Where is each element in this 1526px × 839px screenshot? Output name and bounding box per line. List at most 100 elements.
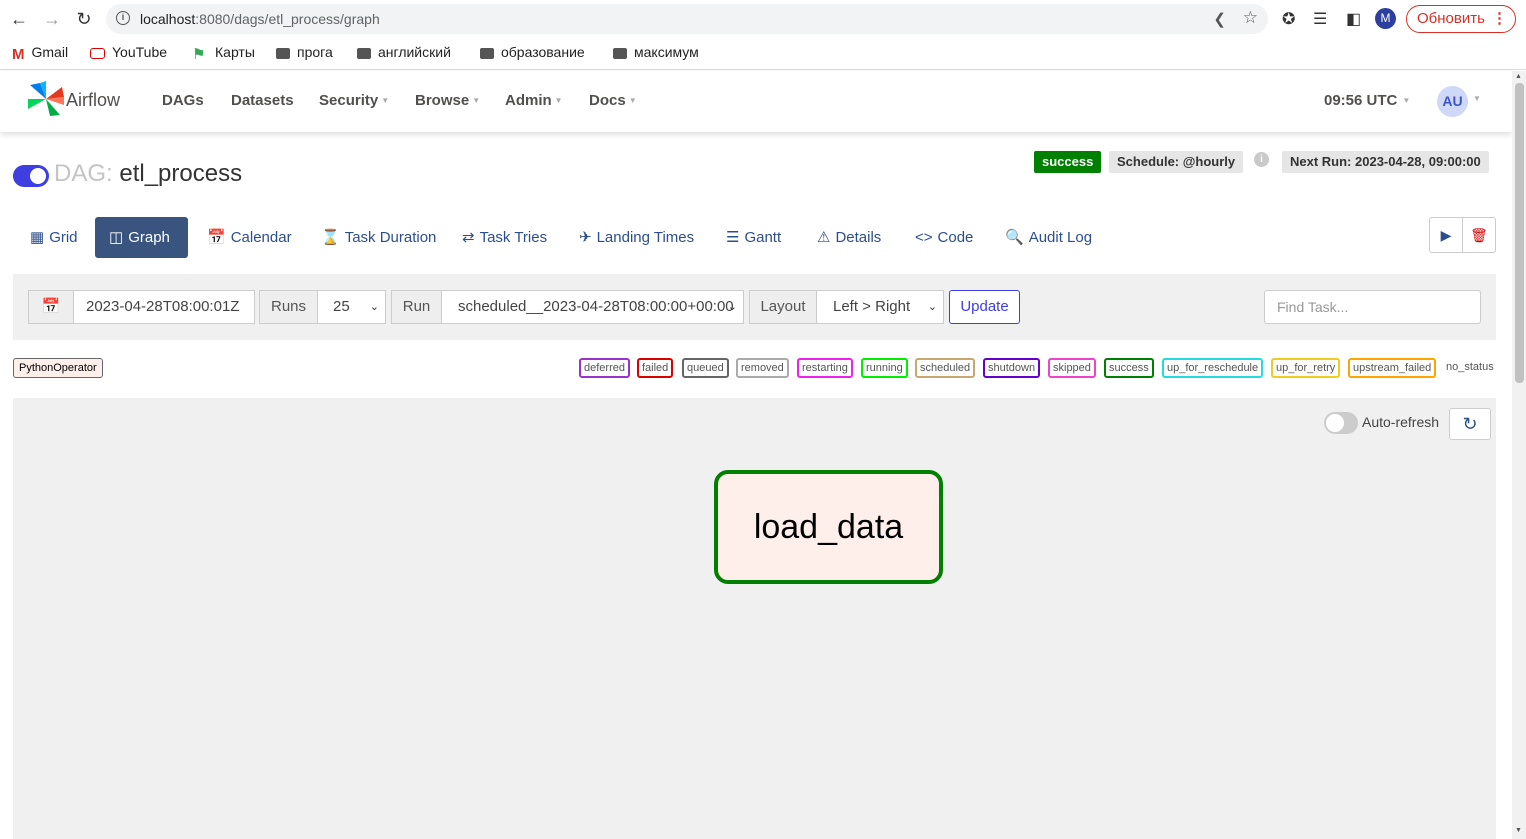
calendar-picker-button[interactable]: 📅 — [28, 290, 74, 324]
tab-code[interactable]: <> Code — [901, 217, 987, 258]
base-date-input[interactable]: 2023-04-28T08:00:01Z — [73, 290, 255, 324]
state-legend-deferred: deferred — [579, 358, 630, 378]
delete-dag-button[interactable]: 🗑 — [1462, 217, 1496, 253]
folder-icon — [276, 48, 290, 59]
tab-audit-log[interactable]: 🔍 Audit Log — [991, 217, 1106, 258]
refresh-button[interactable]: ↻ — [1449, 408, 1491, 440]
tab-gantt[interactable]: ☰ Gantt — [712, 217, 795, 258]
info-icon[interactable]: i — [1254, 152, 1269, 167]
airflow-navbar: Airflow DAGs Datasets Security ▼ Browse ▼ … — [0, 71, 1512, 132]
extensions-puzzle-icon[interactable]: ✪ — [1282, 9, 1295, 29]
gantt-icon: ☰ — [726, 229, 740, 246]
caret-down-icon: ▼ — [554, 96, 563, 105]
update-button[interactable]: Update — [949, 290, 1020, 324]
run-select[interactable]: scheduled__2023-04-28T08:00:00+00:00 ⌄ — [441, 290, 744, 324]
maps-icon: ⚑ — [192, 46, 206, 63]
tab-task-tries[interactable]: ⇄ Task Tries — [448, 217, 561, 258]
refresh-icon: ↻ — [1462, 414, 1478, 434]
state-legend-shutdown: shutdown — [983, 358, 1041, 378]
dag-name[interactable]: etl_process — [119, 160, 242, 187]
nav-docs[interactable]: Docs ▼ — [589, 92, 637, 109]
bookmark-maps[interactable]: ⚑ Карты — [192, 44, 255, 63]
operator-legend-pythonoperator: PythonOperator — [13, 358, 103, 378]
hourglass-icon: ⌛ — [321, 229, 340, 246]
run-label: Run — [391, 290, 442, 324]
bookmark-folder-english[interactable]: английский — [357, 44, 451, 60]
bookmark-gmail[interactable]: M Gmail — [12, 44, 68, 63]
calendar-icon: 📅 — [207, 229, 226, 246]
auto-refresh-label: Auto-refresh — [1362, 414, 1440, 430]
media-queue-icon[interactable]: ☰ — [1313, 9, 1327, 29]
share-icon[interactable]: ❮ — [1213, 10, 1226, 28]
graph-filter-bar: 📅 2023-04-28T08:00:01Z Runs 25 ⌄ Run sche… — [13, 274, 1496, 340]
next-run-badge: Next Run: 2023-04-28, 09:00:00 — [1282, 151, 1489, 173]
state-legend-removed: removed — [736, 358, 789, 378]
layout-label: Layout — [749, 290, 817, 324]
state-legend-restarting: restarting — [797, 358, 853, 378]
nav-browse[interactable]: Browse ▼ — [415, 92, 480, 109]
back-arrow-icon[interactable]: ← — [8, 8, 30, 30]
tab-landing-times[interactable]: ✈ Landing Times — [565, 217, 708, 258]
warning-triangle-icon: ⚠ — [817, 229, 831, 246]
caret-down-icon[interactable]: ▼ — [1473, 94, 1481, 103]
airflow-brand[interactable]: Airflow — [66, 90, 120, 111]
scroll-down-arrow-icon[interactable]: ▼ — [1515, 827, 1522, 834]
graph-icon: ◫ — [109, 229, 124, 246]
nav-security[interactable]: Security ▼ — [319, 92, 389, 109]
state-legend-up-for-retry: up_for_retry — [1271, 358, 1341, 378]
state-legend-no-status: no_status — [1446, 361, 1494, 373]
chevron-down-icon: ⌄ — [927, 301, 937, 313]
tab-graph[interactable]: ◫ Graph — [95, 217, 188, 258]
runs-select[interactable]: 25 ⌄ — [317, 290, 386, 324]
scroll-thumb[interactable] — [1515, 83, 1524, 383]
utc-clock[interactable]: 09:56 UTC ▼ — [1324, 92, 1410, 109]
reload-icon[interactable]: ↻ — [73, 8, 95, 30]
airflow-logo-icon[interactable] — [26, 81, 66, 117]
bookmark-folder-education[interactable]: образование — [480, 44, 585, 60]
find-task-input[interactable]: Find Task... — [1264, 290, 1481, 324]
state-legend-success: success — [1104, 358, 1154, 378]
browser-update-button[interactable]: Обновить ⋮ — [1406, 5, 1516, 33]
state-legend-upstream-failed: upstream_failed — [1348, 358, 1437, 378]
bookmark-star-icon[interactable]: ☆ — [1243, 8, 1258, 28]
caret-down-icon: ▼ — [1402, 96, 1411, 105]
trash-icon: 🗑 — [1470, 227, 1488, 243]
nav-admin[interactable]: Admin ▼ — [505, 92, 563, 109]
tab-calendar[interactable]: 📅 Calendar — [193, 217, 306, 258]
state-legend-scheduled: scheduled — [915, 358, 976, 378]
forward-arrow-icon[interactable]: → — [41, 8, 63, 30]
url-text[interactable]: localhost:8080/dags/etl_process/graph — [140, 11, 380, 27]
nav-dags[interactable]: DAGs — [162, 92, 204, 109]
state-legend-queued: queued — [682, 358, 729, 378]
chevron-down-icon: ⌄ — [727, 301, 737, 313]
auto-refresh-toggle[interactable] — [1324, 412, 1358, 434]
bookmarks-bar: M Gmail YouTube ⚑ Карты прога английский о… — [0, 38, 1526, 70]
graph-canvas[interactable]: Auto-refresh ↻ load_data — [13, 398, 1496, 839]
task-node-load-data[interactable]: load_data — [714, 470, 943, 584]
user-avatar[interactable]: AU — [1437, 86, 1468, 117]
grid-icon: ▦ — [30, 229, 45, 246]
bookmark-youtube[interactable]: YouTube — [90, 44, 167, 60]
more-menu-icon: ⋮ — [1492, 10, 1507, 27]
audit-icon: 🔍 — [1005, 229, 1024, 246]
chevron-down-icon: ⌄ — [369, 301, 379, 313]
retry-icon: ⇄ — [462, 229, 475, 246]
tab-task-duration[interactable]: ⌛ Task Duration — [307, 217, 450, 258]
profile-avatar[interactable]: M — [1375, 8, 1396, 29]
tab-details[interactable]: ⚠ Details — [803, 217, 895, 258]
side-panel-icon[interactable]: ◧ — [1346, 9, 1361, 29]
address-bar[interactable]: i localhost:8080/dags/etl_process/graph … — [106, 4, 1268, 34]
tab-grid[interactable]: ▦ Grid — [16, 217, 92, 258]
dag-pause-toggle[interactable] — [13, 165, 49, 187]
scroll-up-arrow-icon[interactable]: ▲ — [1515, 73, 1522, 80]
site-info-icon[interactable]: i — [116, 11, 130, 25]
page-scrollbar[interactable]: ▲ ▼ — [1512, 71, 1526, 839]
dag-status-badge: success — [1034, 151, 1102, 173]
trigger-dag-button[interactable]: ▶ — [1429, 217, 1463, 253]
caret-down-icon: ▼ — [628, 96, 637, 105]
bookmark-folder-proga[interactable]: прога — [276, 44, 333, 60]
nav-datasets[interactable]: Datasets — [231, 92, 294, 109]
gmail-icon: M — [12, 46, 25, 63]
bookmark-folder-maximum[interactable]: максимум — [613, 44, 699, 60]
layout-select[interactable]: Left > Right ⌄ — [816, 290, 944, 324]
